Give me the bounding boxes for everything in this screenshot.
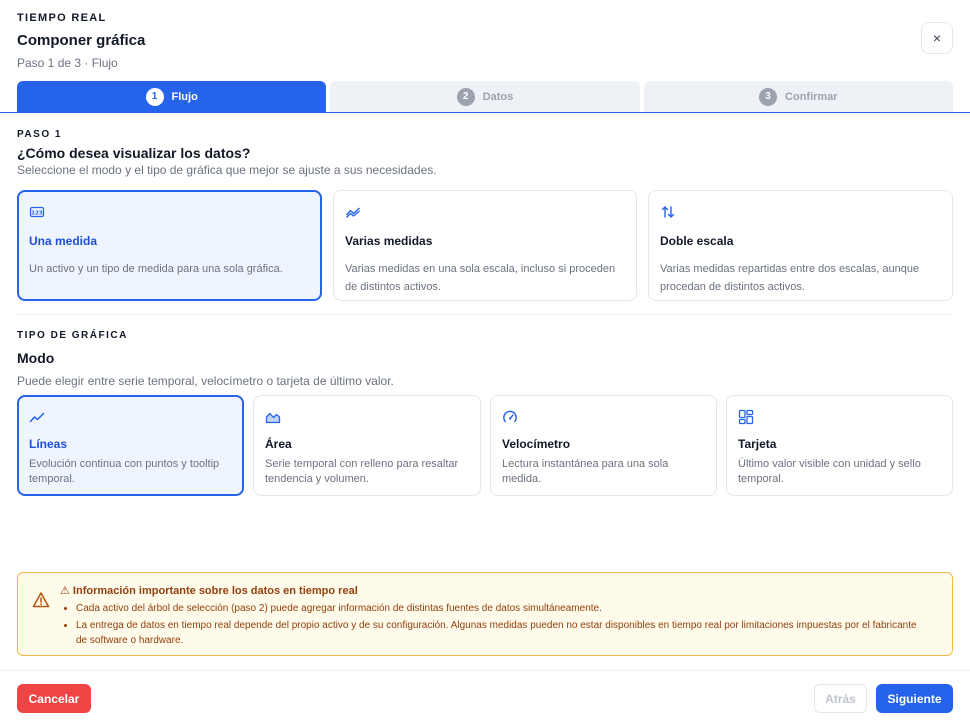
dialog-eyebrow: TIEMPO REAL: [17, 12, 107, 24]
swap-vertical-icon: [661, 206, 675, 218]
step-label: Confirmar: [785, 90, 838, 103]
stepper: 1 Flujo 2 Datos 3 Confirmar: [17, 81, 953, 112]
svg-text:123: 123: [31, 210, 43, 216]
step-confirmar[interactable]: 3 Confirmar: [643, 81, 953, 112]
area-chart-icon: [265, 412, 281, 424]
dialog-header: TIEMPO REAL Componer gráfica Paso 1 de 3…: [17, 12, 145, 70]
step1-label: PASO 1: [17, 129, 62, 140]
option-title: Área: [265, 437, 292, 451]
stepper-underline: [0, 112, 970, 113]
warning-icon: [32, 592, 50, 608]
chart-type-description: Puede elegir entre serie temporal, veloc…: [17, 374, 394, 388]
cancel-button[interactable]: Cancelar: [17, 684, 91, 713]
trend-lines-icon: [345, 207, 360, 218]
chart-option-area[interactable]: Área Serie temporal con relleno para res…: [253, 395, 481, 496]
number-badge-icon: 123: [29, 206, 45, 218]
option-title: Tarjeta: [738, 437, 777, 451]
mode-option-una-medida[interactable]: 123 Una medida Un activo y un tipo de me…: [17, 190, 322, 301]
alert-list: Cada activo del árbol de selección (paso…: [76, 601, 926, 650]
option-title: Velocímetro: [502, 437, 571, 451]
chart-option-tarjeta[interactable]: Tarjeta Último valor visible con unidad …: [726, 395, 953, 496]
option-title: Una medida: [29, 234, 98, 248]
option-title: Líneas: [29, 437, 68, 451]
chart-type-title: Modo: [17, 350, 55, 366]
option-title: Varias medidas: [345, 234, 433, 248]
step-number: 1: [145, 87, 164, 106]
line-chart-icon: [29, 412, 45, 423]
option-description: Varias medidas en una sola escala, inclu…: [345, 263, 616, 293]
option-description: Último valor visible con unidad y sello …: [738, 458, 921, 485]
option-description: Varias medidas repartidas entre dos esca…: [660, 263, 920, 293]
step-label: Datos: [482, 90, 514, 103]
option-description: Serie temporal con relleno para resaltar…: [265, 458, 459, 485]
next-button[interactable]: Siguiente: [876, 684, 953, 713]
gauge-icon: [503, 410, 517, 423]
step1-description: Seleccione el modo y el tipo de gráfica …: [17, 163, 437, 177]
mode-option-varias-medidas[interactable]: Varias medidas Varias medidas en una sol…: [333, 190, 637, 301]
option-description: Evolución continua con puntos y tooltip …: [29, 458, 220, 485]
close-button[interactable]: ×: [921, 22, 953, 54]
close-icon: ×: [932, 30, 942, 46]
footer-divider: [0, 670, 970, 671]
dialog-title: Componer gráfica: [17, 32, 146, 49]
dashboard-grid-icon: [738, 409, 754, 425]
step-datos[interactable]: 2 Datos: [330, 81, 640, 112]
step1-title: ¿Cómo desea visualizar los datos?: [17, 145, 251, 161]
dialog-subtitle: Paso 1 de 3 · Flujo: [17, 56, 118, 70]
step-number: 2: [456, 87, 475, 106]
alert-item: La entrega de datos en tiempo real depen…: [76, 618, 926, 648]
alert-title: ⚠ Información importante sobre los datos…: [60, 585, 358, 597]
alert-item: Cada activo del árbol de selección (paso…: [76, 601, 926, 616]
chart-option-velocimetro[interactable]: Velocímetro Lectura instantánea para una…: [490, 395, 717, 496]
option-title: Doble escala: [660, 234, 734, 248]
mode-option-doble-escala[interactable]: Doble escala Varias medidas repartidas e…: [648, 190, 953, 301]
step-flujo[interactable]: 1 Flujo: [17, 81, 327, 112]
step-number: 3: [759, 87, 778, 106]
step-label: Flujo: [171, 90, 198, 103]
realtime-info-alert: ⚠ Información importante sobre los datos…: [17, 572, 953, 656]
section-divider: [17, 314, 953, 315]
option-description: Un activo y un tipo de medida para una s…: [29, 263, 283, 275]
chart-option-lineas[interactable]: Líneas Evolución continua con puntos y t…: [17, 395, 244, 496]
option-description: Lectura instantánea para una sola medida…: [502, 458, 669, 485]
back-button[interactable]: Atrás: [814, 684, 867, 713]
chart-type-label: TIPO DE GRÁFICA: [17, 330, 128, 341]
